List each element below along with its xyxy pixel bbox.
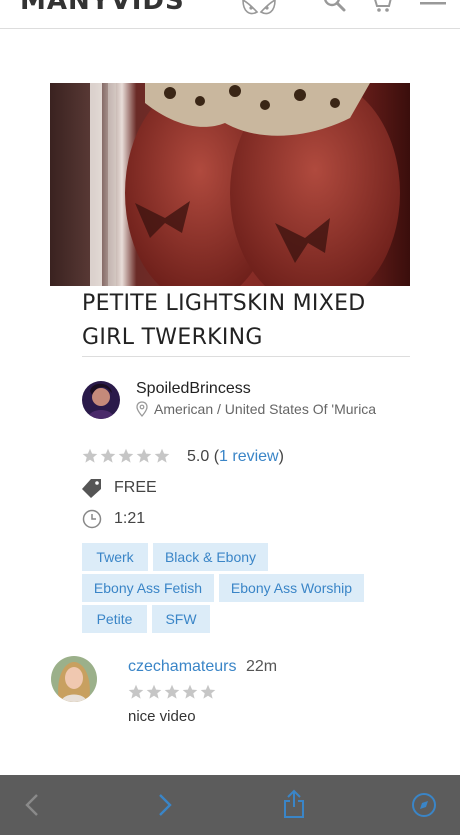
star-icon	[182, 684, 198, 699]
star-icon	[128, 684, 144, 699]
reviewer-name[interactable]: czechamateurs	[128, 658, 237, 676]
location-text: American / United States Of 'Murica	[154, 401, 377, 417]
forward-icon[interactable]	[157, 793, 173, 817]
rating-stars	[82, 448, 170, 464]
video-thumbnail[interactable]	[50, 83, 410, 286]
tag-black-ebony[interactable]: Black & Ebony	[153, 543, 268, 571]
browser-toolbar	[0, 775, 460, 835]
clock-icon	[82, 509, 102, 529]
star-icon	[200, 684, 216, 699]
tag-twerk[interactable]: Twerk	[82, 543, 148, 571]
video-title: PETITE LIGHTSKIN MIXED GIRL TWERKING	[82, 291, 366, 350]
star-icon	[164, 684, 180, 699]
rating-score: 5.0	[187, 448, 210, 465]
creator-location: American / United States Of 'Murica	[136, 401, 376, 417]
tag-ebony-ass-worship[interactable]: Ebony Ass Worship	[219, 574, 364, 602]
review-text: nice video	[128, 708, 196, 725]
divider	[82, 356, 410, 357]
star-icon	[82, 448, 98, 463]
price-row: FREE	[82, 478, 157, 498]
share-icon[interactable]	[282, 789, 306, 819]
reviewer-avatar[interactable]	[51, 656, 97, 702]
star-icon	[118, 448, 134, 463]
tag-ebony-ass-fetish[interactable]: Ebony Ass Fetish	[82, 574, 214, 602]
duration-text: 1:21	[114, 510, 146, 527]
star-icon	[100, 448, 116, 463]
cart-icon[interactable]	[368, 0, 394, 14]
location-pin-icon	[136, 401, 148, 417]
compass-icon[interactable]	[411, 792, 437, 818]
price-text: FREE	[114, 479, 157, 496]
review-stars	[128, 684, 216, 700]
rating-close-paren: )	[278, 448, 284, 465]
review-time: 22m	[246, 658, 278, 675]
rating-summary: 5.0 (1 review)	[187, 448, 284, 466]
star-icon	[154, 448, 170, 463]
back-icon[interactable]	[24, 793, 40, 817]
price-tag-icon	[82, 479, 101, 498]
site-logo[interactable]: MANYVIDS	[20, 0, 185, 16]
mv-mascot-icon	[242, 0, 276, 15]
reviews-link[interactable]: 1 review	[219, 448, 279, 465]
creator-avatar[interactable]	[82, 381, 120, 419]
creator-name[interactable]: SpoiledBrincess	[136, 380, 251, 398]
thumbnail-image	[50, 83, 410, 286]
menu-icon[interactable]	[420, 0, 446, 12]
search-icon[interactable]	[322, 0, 348, 14]
duration-row: 1:21	[82, 509, 145, 529]
star-icon	[146, 684, 162, 699]
tag-sfw[interactable]: SFW	[152, 605, 210, 633]
site-header: MANYVIDS	[0, 0, 460, 29]
star-icon	[136, 448, 152, 463]
tag-petite[interactable]: Petite	[82, 605, 147, 633]
